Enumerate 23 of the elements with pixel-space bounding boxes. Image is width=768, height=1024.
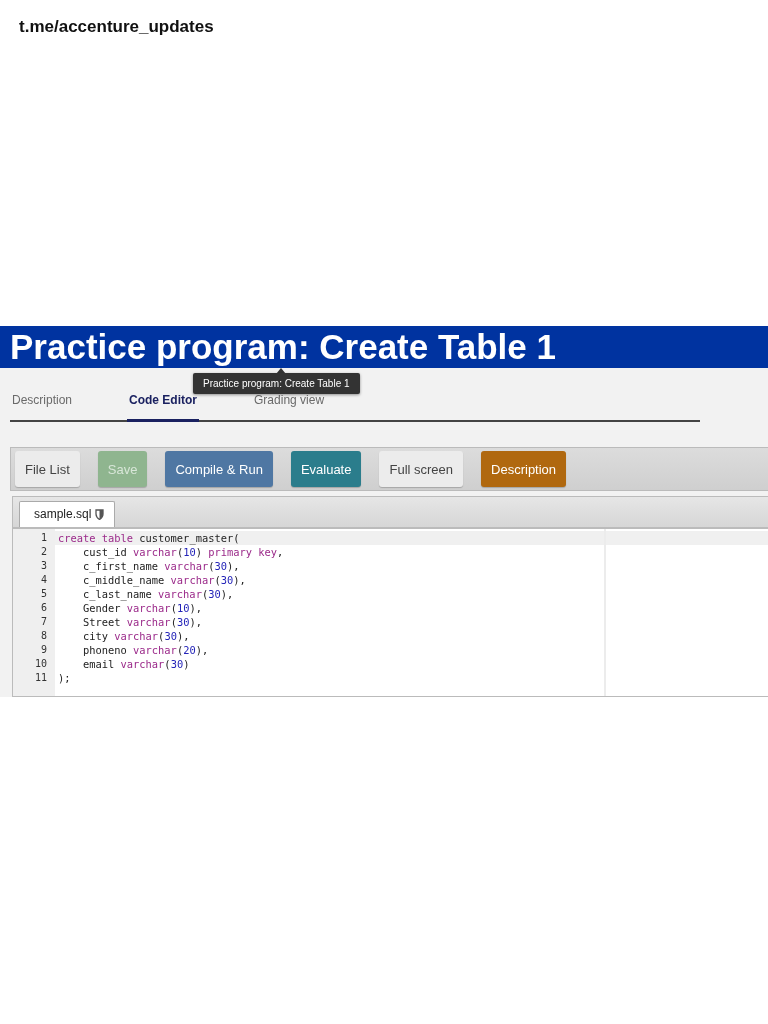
shield-icon <box>95 508 105 520</box>
code-line: phoneno varchar(20), <box>82 643 209 657</box>
tooltip: Practice program: Create Table 1 <box>193 373 360 394</box>
code-line: Street varchar(30), <box>82 615 202 629</box>
toolbar-button[interactable]: Description <box>481 451 567 487</box>
code-line: email varchar(30) <box>82 657 190 671</box>
code-line: cust_id varchar(10) primary key, <box>82 545 284 559</box>
page-link[interactable]: t.me/accenture_updates <box>19 17 768 39</box>
code-line: c_middle_name varchar(30), <box>82 573 246 587</box>
code-line: c_first_name varchar(30), <box>82 559 240 573</box>
toolbar-button[interactable]: Full screen <box>379 451 464 487</box>
tab[interactable]: Description <box>10 393 75 422</box>
code-line: c_last_name varchar(30), <box>82 587 234 601</box>
code-line: city varchar(30), <box>82 629 190 643</box>
toolbar-button[interactable]: Compile & Run <box>165 451 273 487</box>
toolbar-button[interactable]: Evaluate <box>290 451 362 487</box>
code-line: Gender varchar(10), <box>82 601 202 615</box>
tab[interactable]: Grading view <box>252 393 327 422</box>
page-title: Practice program: Create Table 1 <box>10 327 556 367</box>
file-tab[interactable]: sample.sql <box>19 501 116 527</box>
code-line: ); <box>57 671 71 685</box>
code-line: create table customer_master( <box>57 531 240 545</box>
toolbar-button[interactable]: File List <box>15 451 80 487</box>
